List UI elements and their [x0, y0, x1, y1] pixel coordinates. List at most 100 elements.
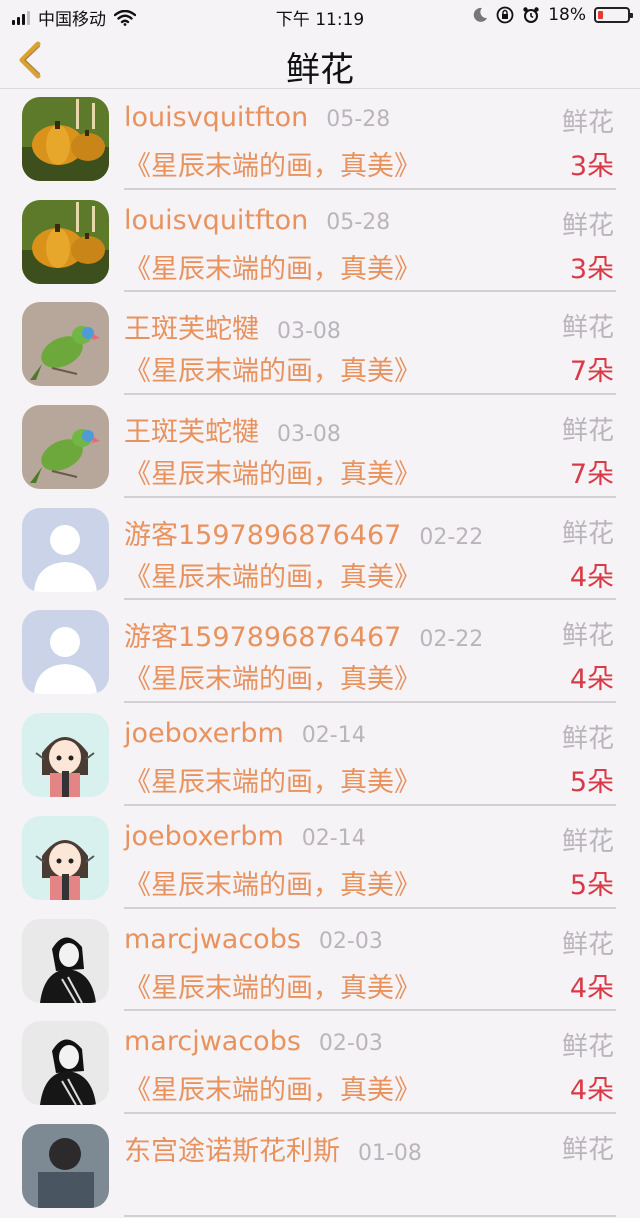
gift-date: 02-22	[419, 627, 484, 653]
gift-date: 03-08	[277, 422, 341, 448]
divider	[124, 495, 616, 498]
list-item[interactable]: 王斑芙蛇犍 03-08 鲜花 《星辰末端的画，真美》 7朵	[0, 396, 640, 499]
gift-count: 4朵	[569, 972, 614, 1004]
battery-fill	[598, 11, 604, 19]
user-name-text: louisvquitfton	[124, 102, 309, 133]
gift-count: 4朵	[569, 664, 614, 696]
gift-message: 《星辰末端的画，真美》	[124, 356, 421, 388]
gift-date: 05-28	[326, 209, 391, 235]
sketch-avatar[interactable]	[22, 918, 109, 1003]
gift-count: 5朵	[569, 767, 614, 799]
list-item[interactable]: joeboxerbm 02-14 鲜花 《星辰末端的画，真美》 5朵	[0, 704, 640, 807]
list-item[interactable]: 王斑芙蛇犍 03-08 鲜花 《星辰末端的画，真美》 7朵	[0, 293, 640, 396]
gift-type: 鲜花	[561, 621, 614, 652]
gift-count: 3朵	[569, 151, 614, 182]
divider	[124, 393, 616, 396]
divider	[124, 1214, 616, 1217]
default-user-avatar[interactable]	[22, 610, 109, 695]
gift-message: 《星辰末端的画，真美》	[124, 253, 421, 285]
gift-message: 《星辰末端的画，真美》	[124, 459, 421, 491]
gift-message: 《星辰末端的画，真美》	[124, 561, 421, 593]
default-user-avatar[interactable]	[22, 507, 109, 592]
divider	[124, 1009, 616, 1012]
user-name-text: 东宫途诺斯花利斯	[124, 1135, 340, 1167]
list-item[interactable]: 游客1597896876467 02-22 鲜花 《星辰末端的画，真美》 4朵	[0, 601, 640, 704]
gift-type: 鲜花	[561, 416, 614, 447]
user-name-text: louisvquitfton	[124, 204, 309, 236]
gift-type: 鲜花	[561, 313, 614, 344]
gift-message: 《星辰末端的画，真美》	[124, 664, 421, 696]
gift-message: 《星辰末端的画，真美》	[124, 1075, 421, 1107]
battery-icon	[594, 7, 633, 23]
list-item[interactable]: louisvquitfton 05-28 鲜花 《星辰末端的画，真美》 3朵	[0, 191, 640, 294]
gift-date: 02-03	[318, 928, 383, 954]
list-item[interactable]: marcjwacobs 02-03 鲜花 《星辰末端的画，真美》 4朵	[0, 1012, 640, 1115]
user-name: 游客1597896876467 02-22	[124, 513, 483, 552]
gift-count: 3朵	[569, 253, 614, 285]
gift-date: 02-14	[301, 723, 366, 749]
divider	[124, 803, 616, 806]
gift-count: 4朵	[569, 1075, 614, 1107]
list-item[interactable]: marcjwacobs 02-03 鲜花 《星辰末端的画，真美》 4朵	[0, 910, 640, 1013]
user-name-text: marcjwacobs	[124, 923, 301, 955]
anime-girl-avatar[interactable]	[22, 815, 109, 900]
gift-type: 鲜花	[561, 1134, 614, 1165]
user-name: joeboxerbm 02-14	[124, 718, 366, 749]
user-name-text: 游客1597896876467	[124, 519, 402, 551]
parrot-avatar[interactable]	[22, 405, 109, 490]
divider	[124, 290, 616, 293]
gift-list: louisvquitfton 05-28 鲜花 《星辰末端的画，真美》 3朵 lo…	[0, 88, 640, 1218]
user-name-text: 王斑芙蛇犍	[124, 417, 259, 449]
list-item[interactable]: louisvquitfton 05-28 鲜花 《星辰末端的画，真美》 3朵	[0, 88, 640, 191]
gift-message: 《星辰末端的画，真美》	[124, 869, 421, 901]
gift-date: 01-08	[358, 1140, 422, 1166]
gift-date: 02-22	[419, 524, 484, 550]
user-name: 王斑芙蛇犍 03-08	[124, 410, 341, 449]
gift-count: 4朵	[569, 561, 614, 593]
user-name-text: 王斑芙蛇犍	[124, 314, 259, 346]
user-name: marcjwacobs 02-03	[124, 924, 383, 955]
divider	[124, 701, 616, 704]
rotation-lock-icon	[496, 6, 514, 24]
user-name-text: 游客1597896876467	[124, 622, 402, 654]
moon-icon	[473, 7, 488, 22]
user-name: 王斑芙蛇犍 03-08	[124, 307, 341, 346]
gift-type: 鲜花	[561, 1032, 614, 1063]
gift-type: 鲜花	[561, 108, 614, 138]
gift-count: 7朵	[569, 356, 614, 388]
divider	[124, 1111, 616, 1114]
gift-count: 7朵	[569, 459, 614, 491]
nav-bar: 鲜花	[0, 32, 640, 90]
gift-date: 02-03	[318, 1031, 383, 1057]
gift-message: 《星辰末端的画，真美》	[124, 151, 421, 182]
user-name: marcjwacobs 02-03	[124, 1026, 383, 1057]
user-name: joeboxerbm 02-14	[124, 821, 366, 852]
anime-girl-avatar[interactable]	[22, 713, 109, 798]
list-item[interactable]: 东宫途诺斯花利斯 01-08 鲜花	[0, 1115, 640, 1218]
gift-type: 鲜花	[561, 826, 614, 857]
battery-percent: 18%	[548, 5, 586, 25]
gift-type: 鲜花	[561, 210, 614, 241]
user-name: louisvquitfton 05-28	[124, 205, 390, 236]
gift-date: 05-28	[326, 107, 391, 132]
user-name: 东宫途诺斯花利斯 01-08	[124, 1129, 422, 1168]
user-name: 游客1597896876467 02-22	[124, 615, 483, 654]
status-right: 18%	[472, 5, 633, 25]
gift-message: 《星辰末端的画，真美》	[124, 972, 421, 1004]
pumpkin-avatar[interactable]	[22, 199, 109, 284]
list-item[interactable]: 游客1597896876467 02-22 鲜花 《星辰末端的画，真美》 4朵	[0, 499, 640, 602]
list-item[interactable]: joeboxerbm 02-14 鲜花 《星辰末端的画，真美》 5朵	[0, 807, 640, 910]
gift-date: 03-08	[277, 319, 341, 345]
gift-message: 《星辰末端的画，真美》	[124, 767, 421, 799]
sketch-avatar[interactable]	[22, 1021, 109, 1106]
alarm-icon	[523, 7, 539, 23]
user-name: louisvquitfton 05-28	[124, 102, 390, 133]
user-name-text: marcjwacobs	[124, 1026, 301, 1058]
divider	[124, 906, 616, 909]
divider	[124, 187, 616, 190]
photo-avatar[interactable]	[22, 1123, 109, 1208]
page-title: 鲜花	[286, 50, 354, 90]
parrot-avatar[interactable]	[22, 302, 109, 387]
gift-count: 5朵	[569, 869, 614, 901]
pumpkin-avatar[interactable]	[22, 97, 109, 181]
